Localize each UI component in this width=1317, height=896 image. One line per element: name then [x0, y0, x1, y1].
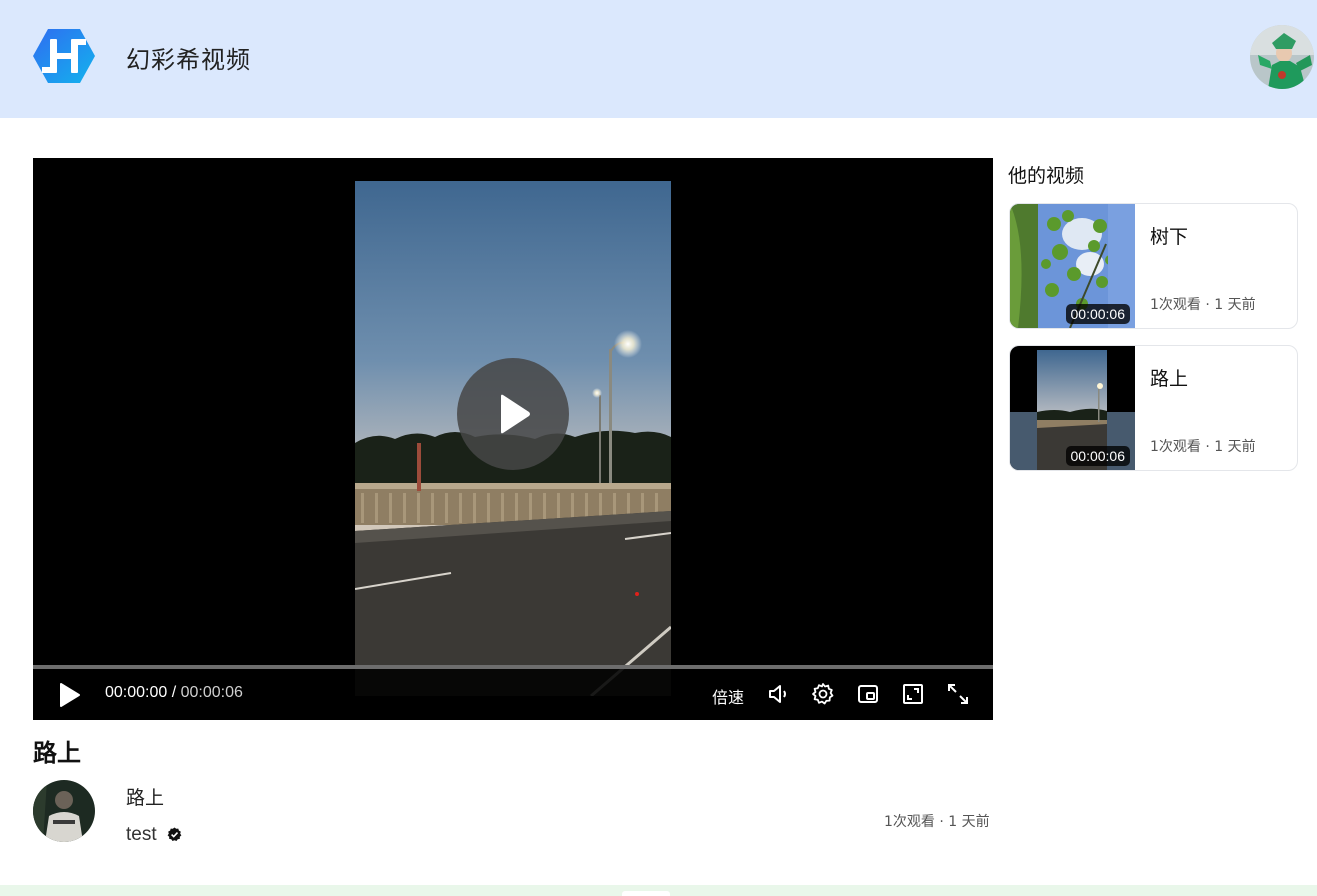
uploader-avatar[interactable]	[33, 780, 95, 842]
uploader-name[interactable]: test	[126, 824, 157, 846]
video-thumbnail[interactable]: 00:00:06	[1010, 204, 1135, 328]
footer-strip	[0, 885, 1317, 896]
time-display: 00:00:00 / 00:00:06	[105, 684, 243, 702]
related-video-card[interactable]: 00:00:06 路上 1次观看 · 1 天前	[1009, 345, 1298, 471]
picture-in-picture-icon[interactable]	[856, 682, 880, 706]
time-separator: /	[167, 684, 181, 701]
video-title: 路上	[33, 739, 81, 767]
footer-handle	[622, 891, 670, 896]
total-time: 00:00:06	[180, 684, 243, 701]
video-description: 路上	[126, 787, 165, 809]
settings-gear-icon[interactable]	[811, 682, 835, 706]
volume-icon[interactable]	[767, 682, 791, 706]
playback-speed-button[interactable]: 倍速	[712, 684, 744, 708]
video-thumbnail[interactable]: 00:00:06	[1010, 346, 1135, 470]
duration-badge: 00:00:06	[1065, 446, 1130, 466]
related-video-meta: 1次观看 · 1 天前	[1150, 297, 1256, 313]
fullscreen-icon[interactable]	[946, 682, 970, 706]
current-time: 00:00:00	[105, 684, 168, 701]
related-video-meta: 1次观看 · 1 天前	[1150, 439, 1256, 455]
related-video-title[interactable]: 树下	[1150, 222, 1188, 249]
related-video-card[interactable]: 00:00:06 树下 1次观看 · 1 天前	[1009, 203, 1298, 329]
big-play-button[interactable]	[457, 358, 569, 470]
related-video-title[interactable]: 路上	[1150, 364, 1188, 391]
site-logo-icon[interactable]	[32, 27, 96, 85]
sidebar-heading: 他的视频	[1008, 165, 1085, 187]
verified-check-icon	[167, 827, 182, 841]
web-fullscreen-icon[interactable]	[901, 682, 925, 706]
top-header: 幻彩希视频	[0, 0, 1317, 118]
video-player[interactable]: 00:00:00 / 00:00:06 倍速	[33, 158, 993, 720]
video-meta: 1次观看 · 1 天前	[884, 814, 990, 830]
duration-badge: 00:00:06	[1065, 304, 1130, 324]
user-avatar[interactable]	[1250, 25, 1314, 89]
play-icon[interactable]	[59, 682, 81, 708]
site-title[interactable]: 幻彩希视频	[126, 40, 251, 75]
control-bar: 00:00:00 / 00:00:06 倍速	[33, 669, 993, 720]
